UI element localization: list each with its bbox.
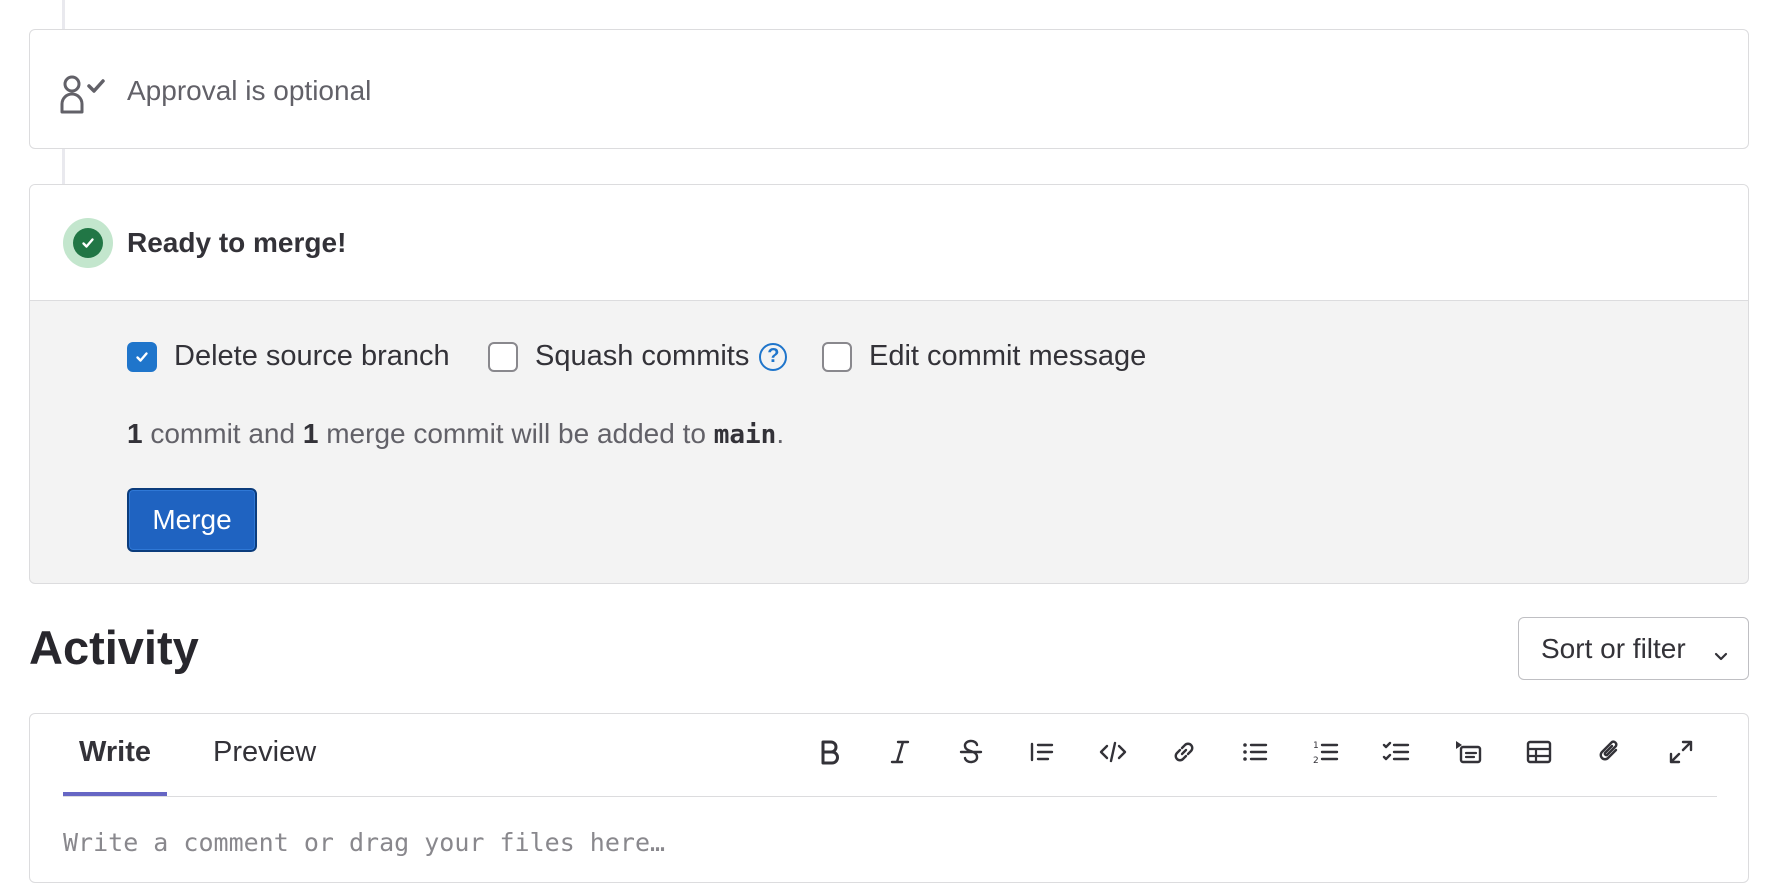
edit-commit-message-label[interactable]: Edit commit message bbox=[869, 340, 1146, 373]
commit-count: 1 bbox=[127, 418, 143, 449]
tab-write[interactable]: Write bbox=[63, 736, 167, 796]
sort-or-filter-label: Sort or filter bbox=[1541, 632, 1686, 664]
delete-source-branch-label[interactable]: Delete source branch bbox=[174, 340, 450, 373]
attach-file-icon[interactable] bbox=[1588, 730, 1632, 774]
help-icon[interactable]: ? bbox=[759, 342, 788, 371]
merge-button[interactable]: Merge bbox=[127, 488, 257, 552]
link-icon[interactable] bbox=[1162, 730, 1206, 774]
svg-text:1: 1 bbox=[1313, 741, 1319, 751]
approval-panel: Approval is optional bbox=[29, 29, 1749, 149]
edit-commit-message-checkbox[interactable] bbox=[822, 341, 852, 372]
bullet-list-icon[interactable] bbox=[1233, 730, 1277, 774]
tab-preview[interactable]: Preview bbox=[213, 736, 316, 769]
summary-text: . bbox=[776, 418, 785, 449]
task-list-icon[interactable] bbox=[1375, 730, 1419, 774]
collapsible-section-icon[interactable] bbox=[1446, 730, 1490, 774]
quote-icon[interactable] bbox=[1020, 730, 1064, 774]
activity-title: Activity bbox=[29, 621, 199, 674]
svg-text:2: 2 bbox=[1313, 756, 1319, 766]
squash-commits-label[interactable]: Squash commits bbox=[535, 340, 749, 373]
merge-widget-header: Ready to merge! bbox=[30, 185, 1748, 301]
strikethrough-icon[interactable] bbox=[949, 730, 993, 774]
approval-user-check-icon bbox=[60, 74, 110, 114]
sort-or-filter-button[interactable]: Sort or filter bbox=[1518, 617, 1749, 680]
delete-source-branch-checkbox[interactable] bbox=[127, 341, 157, 372]
squash-commits-option[interactable]: Squash commits ? bbox=[488, 340, 788, 373]
merge-status-title: Ready to merge! bbox=[127, 227, 347, 258]
merge-widget: Ready to merge! Delete source branch Squ… bbox=[29, 184, 1749, 584]
bold-icon[interactable] bbox=[807, 730, 851, 774]
squash-commits-checkbox[interactable] bbox=[488, 341, 518, 372]
edit-commit-message-option[interactable]: Edit commit message bbox=[822, 340, 1146, 373]
code-icon[interactable] bbox=[1091, 730, 1135, 774]
comment-editor: Write Preview 12 bbox=[29, 713, 1749, 883]
merge-commit-count: 1 bbox=[302, 418, 319, 449]
approval-status-text: Approval is optional bbox=[127, 75, 372, 106]
timeline-line bbox=[62, 0, 65, 29]
delete-source-branch-option[interactable]: Delete source branch bbox=[127, 340, 450, 373]
timeline-line bbox=[62, 149, 65, 184]
comment-input[interactable] bbox=[63, 822, 1703, 862]
summary-text: merge commit will be added to bbox=[318, 418, 714, 449]
summary-text: commit and bbox=[142, 418, 303, 449]
numbered-list-icon[interactable]: 12 bbox=[1304, 730, 1348, 774]
table-icon[interactable] bbox=[1517, 730, 1561, 774]
merge-summary: 1 commit and 1 merge commit will be adde… bbox=[127, 418, 784, 450]
target-branch: main bbox=[713, 420, 777, 450]
chevron-down-icon bbox=[1712, 640, 1730, 672]
success-check-icon bbox=[63, 218, 113, 268]
fullscreen-icon[interactable] bbox=[1659, 730, 1703, 774]
italic-icon[interactable] bbox=[878, 730, 922, 774]
editor-tabs: Write Preview 12 bbox=[63, 714, 1717, 797]
